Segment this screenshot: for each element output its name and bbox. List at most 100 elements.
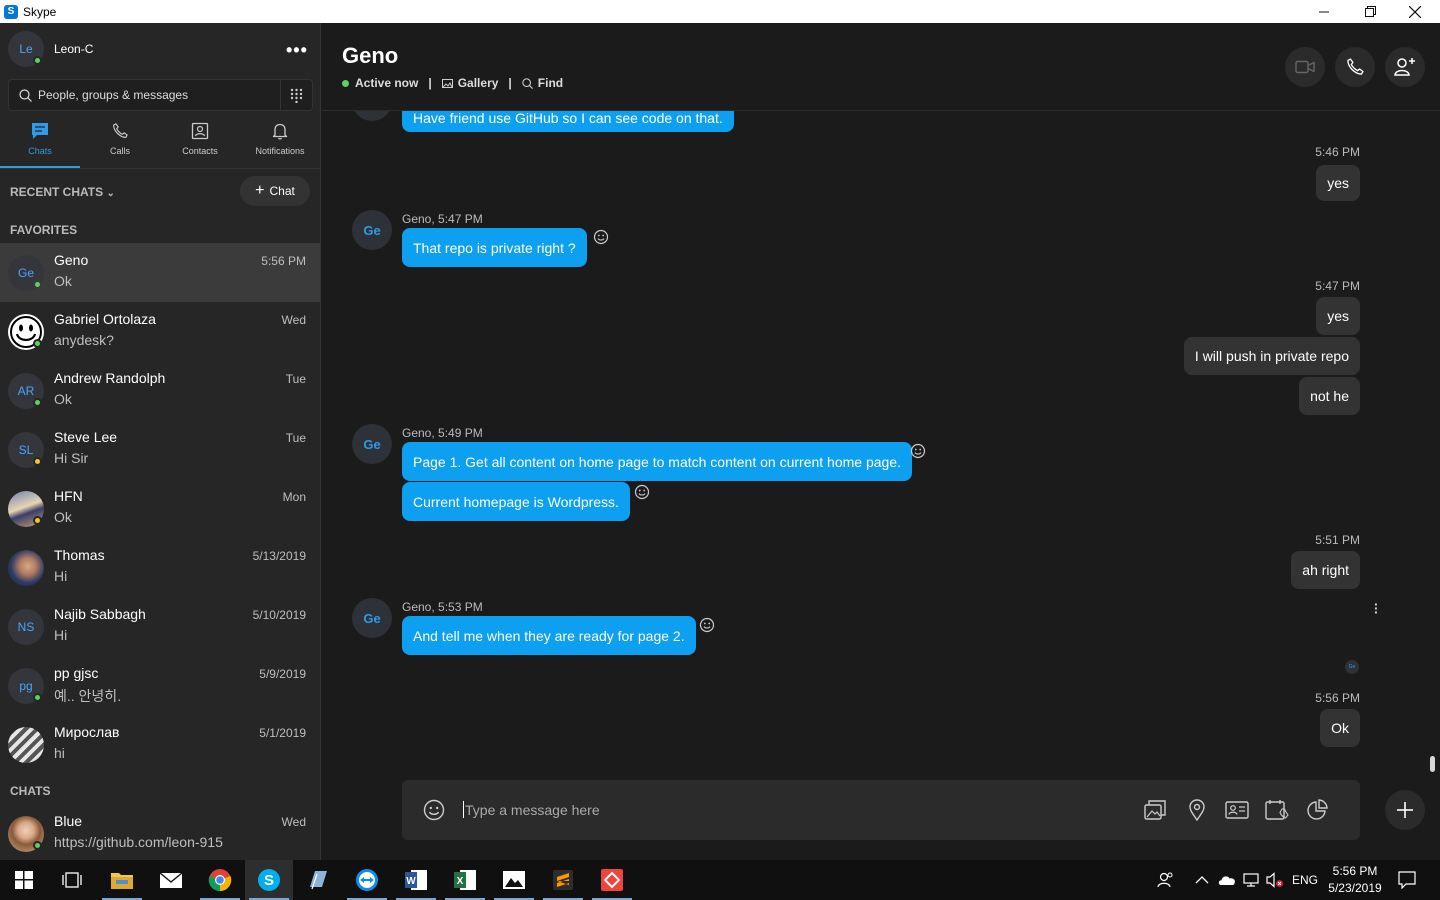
taskbar-app-blue[interactable] xyxy=(294,860,342,900)
conversation-title[interactable]: Geno xyxy=(342,43,398,69)
create-poll-button[interactable] xyxy=(1305,798,1329,822)
svg-text:W: W xyxy=(406,876,416,887)
restore-button[interactable] xyxy=(1347,0,1393,23)
taskbar-photos[interactable] xyxy=(490,860,538,900)
message-bubble-incoming[interactable]: Current homepage is Wordpress. xyxy=(402,482,630,521)
chat-name: HFN xyxy=(54,488,83,504)
taskbar-word[interactable]: W xyxy=(392,860,440,900)
chat-item-gabriel[interactable]: Gabriel Ortolaza anydesk? Wed xyxy=(0,302,320,361)
message-list[interactable]: Have friend use GitHub so I can see code… xyxy=(322,81,1440,781)
add-content-button[interactable] xyxy=(1385,790,1425,830)
message-bubble-incoming[interactable]: And tell me when they are ready for page… xyxy=(402,616,696,655)
message-bubble-outgoing[interactable]: Ok xyxy=(1320,709,1360,747)
find-link[interactable]: Find xyxy=(522,76,563,90)
chat-item-pp-gjsc[interactable]: pg pp gjsc 예.. 안녕히. 5/9/2019 xyxy=(0,656,320,715)
video-call-button[interactable] xyxy=(1285,47,1325,87)
volume-tray[interactable] xyxy=(1266,860,1284,900)
chat-time: Wed xyxy=(281,313,306,327)
add-reaction-icon[interactable] xyxy=(634,484,650,500)
input-language[interactable]: ENG xyxy=(1292,860,1318,900)
taskbar-teamviewer[interactable] xyxy=(343,860,391,900)
message-bubble-incoming[interactable]: That repo is private right ? xyxy=(402,228,587,267)
tab-notifications[interactable]: Notifications xyxy=(240,119,320,167)
profile-initials: Le xyxy=(19,42,33,56)
message-input[interactable]: Type a message here xyxy=(463,801,600,818)
add-reaction-icon[interactable] xyxy=(699,617,715,633)
send-contact-button[interactable] xyxy=(1225,798,1249,822)
search-box[interactable]: People, groups & messages xyxy=(8,79,313,111)
message-options-icon[interactable]: · · · xyxy=(1374,597,1379,619)
separator: | xyxy=(428,76,432,90)
schedule-call-button[interactable] xyxy=(1265,798,1289,822)
emoji-button[interactable] xyxy=(422,798,446,822)
chat-item-miroslav[interactable]: Мирослав hi 5/1/2019 xyxy=(0,715,320,774)
avatar-photo xyxy=(8,727,44,763)
message-bubble-outgoing[interactable]: ah right xyxy=(1291,551,1360,589)
add-reaction-icon[interactable] xyxy=(910,443,926,459)
tab-chats[interactable]: Chats xyxy=(0,119,80,167)
scrollbar-thumb[interactable] xyxy=(1430,756,1435,772)
taskbar-file-explorer[interactable] xyxy=(98,860,146,900)
message-bubble-incoming[interactable]: Page 1. Get all content on home page to … xyxy=(402,442,912,481)
tab-calls[interactable]: Calls xyxy=(80,119,160,167)
message-bubble-outgoing[interactable]: yes xyxy=(1316,165,1360,201)
task-view-button[interactable] xyxy=(48,860,96,900)
app-icon xyxy=(310,871,327,890)
chat-preview: 예.. 안녕히. xyxy=(54,688,122,704)
taskbar-anydesk[interactable] xyxy=(588,860,636,900)
chat-item-geno[interactable]: Ge Geno Ok 5:56 PM xyxy=(0,243,320,302)
message-bubble-outgoing[interactable]: yes xyxy=(1316,297,1360,335)
dialpad-button[interactable] xyxy=(280,80,312,110)
action-center-button[interactable] xyxy=(1398,860,1416,900)
add-reaction-icon[interactable] xyxy=(593,229,609,245)
chat-item-blue[interactable]: Blue https://github.com/leon-915 Wed xyxy=(0,804,320,860)
chat-item-najib[interactable]: NS Najib Sabbagh Hi 5/10/2019 xyxy=(0,597,320,656)
network-tray[interactable] xyxy=(1243,860,1259,900)
anydesk-icon xyxy=(601,869,623,891)
profile-name[interactable]: Leon-C xyxy=(54,42,93,56)
search-input[interactable]: People, groups & messages xyxy=(38,88,188,102)
tab-contacts[interactable]: Contacts xyxy=(160,119,240,167)
chat-item-thomas[interactable]: Thomas Hi 5/13/2019 xyxy=(0,538,320,597)
message-bubble-outgoing[interactable]: not he xyxy=(1299,377,1360,415)
add-people-button[interactable] xyxy=(1385,47,1425,87)
show-hidden-icons[interactable] xyxy=(1195,860,1209,900)
send-location-button[interactable] xyxy=(1185,798,1209,822)
message-bubble-outgoing[interactable]: I will push in private repo xyxy=(1183,337,1360,375)
message-text: And tell me when they are ready for page… xyxy=(413,627,685,644)
presence-online-icon xyxy=(33,280,42,289)
start-button[interactable] xyxy=(0,860,48,900)
close-button[interactable] xyxy=(1392,0,1438,23)
chat-preview: Ok xyxy=(54,391,72,407)
taskbar-chrome[interactable] xyxy=(196,860,244,900)
message-timestamp: 5:46 PM xyxy=(1315,145,1360,159)
chat-item-steve[interactable]: SL Steve Lee Hi Sir Tue xyxy=(0,420,320,479)
recent-chats-header[interactable]: RECENT CHATS ⌄ xyxy=(10,185,115,199)
onedrive-tray[interactable] xyxy=(1217,860,1237,900)
sender-avatar: Ge xyxy=(352,210,392,250)
chat-item-andrew[interactable]: AR Andrew Randolph Ok Tue xyxy=(0,361,320,420)
taskbar-skype[interactable]: S xyxy=(245,860,293,900)
audio-call-button[interactable] xyxy=(1335,47,1375,87)
mail-icon xyxy=(159,872,183,888)
more-options-icon[interactable]: ••• xyxy=(286,40,308,61)
profile-bar: Le Leon-C ••• xyxy=(0,23,320,79)
gallery-link[interactable]: Gallery xyxy=(441,76,498,90)
minimize-button[interactable] xyxy=(1301,0,1347,23)
chat-time: 5:56 PM xyxy=(261,254,306,268)
taskbar-sublime[interactable] xyxy=(539,860,587,900)
people-button[interactable] xyxy=(1157,860,1175,900)
clock-date: 5/23/2019 xyxy=(1328,881,1382,895)
chat-name: Steve Lee xyxy=(54,429,118,445)
new-chat-button[interactable]: + Chat xyxy=(240,176,310,206)
chat-item-hfn[interactable]: HFN Ok Mon xyxy=(0,479,320,538)
taskbar-clock[interactable]: 5:56 PM 5/23/2019 xyxy=(1322,863,1388,897)
taskbar-mail[interactable] xyxy=(147,860,195,900)
send-media-button[interactable] xyxy=(1144,798,1168,822)
network-icon xyxy=(1243,873,1259,887)
chat-name: Najib Sabbagh xyxy=(54,606,146,622)
chat-time: 5/13/2019 xyxy=(252,549,306,563)
taskbar-excel[interactable]: X xyxy=(441,860,489,900)
cloud-icon xyxy=(1218,876,1235,885)
chat-preview: Hi Sir xyxy=(54,450,89,466)
